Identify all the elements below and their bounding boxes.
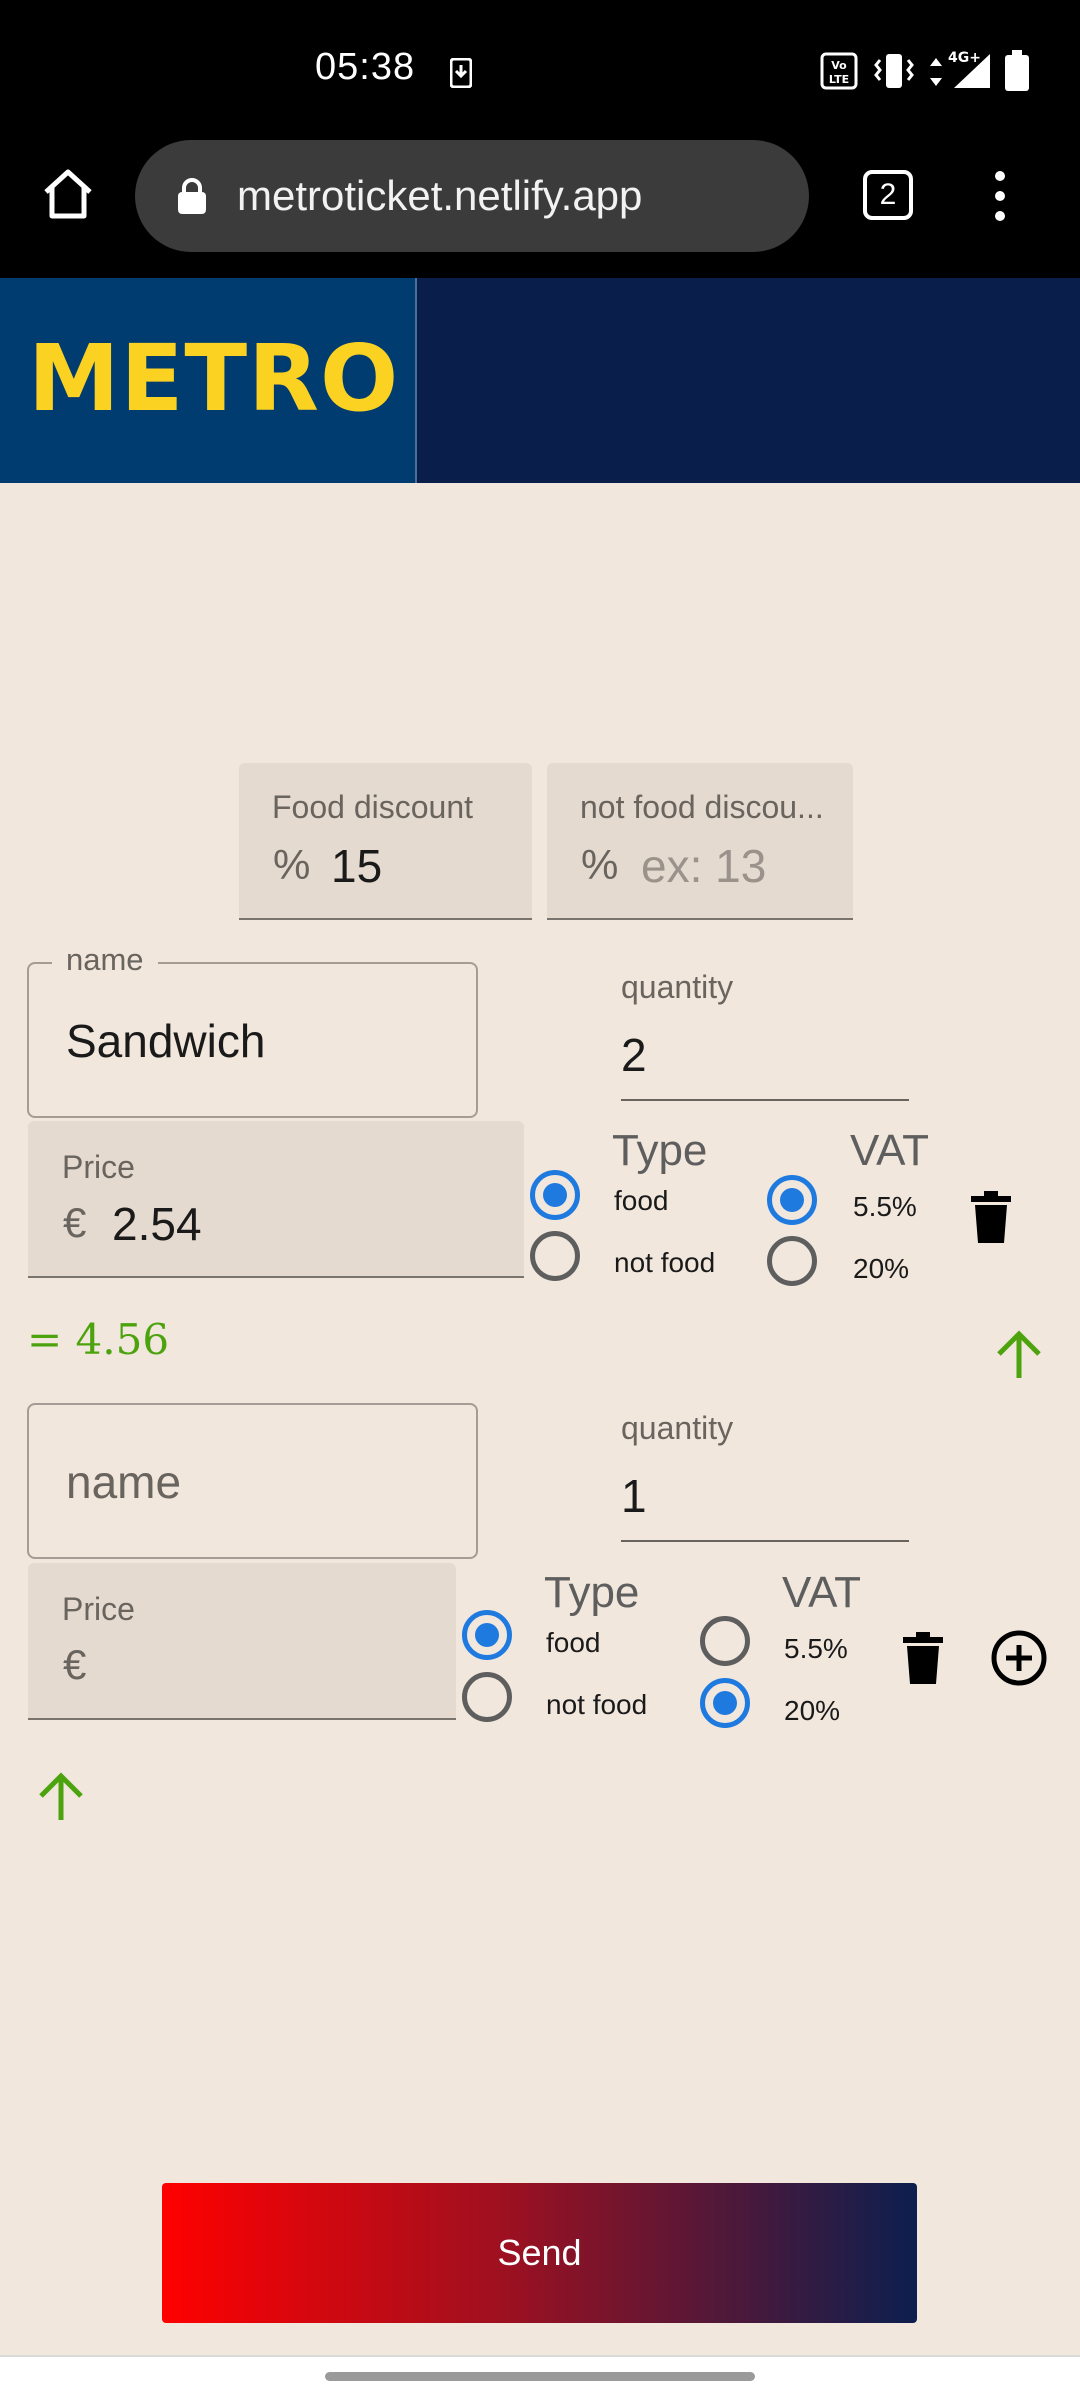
delete-icon[interactable] bbox=[971, 1191, 1011, 1248]
battery-icon bbox=[1003, 50, 1031, 97]
status-bar bbox=[0, 0, 1080, 140]
vat-5-5-radio[interactable] bbox=[700, 1616, 750, 1666]
type-food-label: food bbox=[614, 1185, 669, 1216]
quantity-field[interactable] bbox=[621, 1000, 909, 1101]
home-icon[interactable] bbox=[40, 166, 96, 227]
type-not-food-radio[interactable] bbox=[462, 1672, 512, 1722]
item-name-label: name bbox=[52, 942, 158, 978]
vat-title: VAT bbox=[850, 1126, 930, 1175]
not-food-discount-field[interactable]: not food discou... % ex: 13 bbox=[547, 763, 853, 920]
item-name-value[interactable]: Sandwich bbox=[66, 1014, 265, 1068]
price-value[interactable]: 2.54 bbox=[112, 1197, 202, 1251]
status-clock: 05:38 bbox=[315, 46, 416, 88]
download-icon bbox=[449, 57, 473, 93]
price-label: Price bbox=[62, 1149, 135, 1185]
type-title: Type bbox=[544, 1568, 640, 1617]
quantity-field[interactable] bbox=[621, 1441, 909, 1542]
network-label: 4G+ bbox=[948, 50, 981, 66]
signal-4g-icon: 4G+ bbox=[946, 48, 994, 95]
type-food-radio[interactable] bbox=[530, 1170, 580, 1220]
price-field[interactable]: Price € 2.54 bbox=[28, 1121, 524, 1278]
tabs-icon[interactable]: 2 bbox=[863, 170, 913, 220]
item-name-placeholder[interactable]: name bbox=[66, 1455, 181, 1509]
vat-5-5-radio[interactable] bbox=[767, 1175, 817, 1225]
quantity-value[interactable]: 2 bbox=[621, 1028, 647, 1082]
price-prefix: € bbox=[63, 1641, 87, 1688]
food-discount-prefix: % bbox=[273, 841, 311, 888]
type-not-food-label: not food bbox=[614, 1247, 716, 1278]
price-label: Price bbox=[62, 1591, 135, 1627]
delete-icon[interactable] bbox=[903, 1632, 943, 1689]
vibrate-icon bbox=[874, 52, 914, 95]
type-title: Type bbox=[612, 1126, 708, 1175]
metro-logo: METRO bbox=[28, 325, 400, 432]
svg-text:Vo: Vo bbox=[831, 59, 847, 72]
not-food-discount-placeholder[interactable]: ex: 13 bbox=[641, 839, 766, 893]
send-button[interactable]: Send bbox=[162, 2183, 917, 2323]
type-food-radio[interactable] bbox=[462, 1610, 512, 1660]
vat-5-5-label: 5.5% bbox=[853, 1191, 917, 1222]
vat-20-label: 20% bbox=[784, 1695, 841, 1726]
type-food-label: food bbox=[546, 1627, 601, 1658]
price-field[interactable]: Price € bbox=[28, 1563, 456, 1720]
item-total: = 4.56 bbox=[27, 1315, 170, 1364]
food-discount-label: Food discount bbox=[272, 789, 474, 825]
food-discount-field[interactable]: Food discount % 15 bbox=[239, 763, 532, 920]
home-gesture-handle[interactable] bbox=[325, 2372, 755, 2381]
tab-count: 2 bbox=[879, 178, 897, 211]
arrow-up-icon[interactable] bbox=[995, 1330, 1043, 1385]
quantity-value[interactable]: 1 bbox=[621, 1469, 647, 1523]
vat-20-label: 20% bbox=[853, 1253, 910, 1284]
url-text[interactable]: metroticket.netlify.app bbox=[237, 172, 642, 220]
arrow-up-icon[interactable] bbox=[37, 1772, 85, 1827]
vat-20-radio[interactable] bbox=[700, 1678, 750, 1728]
lock-icon[interactable] bbox=[176, 176, 208, 221]
add-circle-icon[interactable] bbox=[990, 1629, 1048, 1692]
vat-title: VAT bbox=[782, 1568, 862, 1617]
price-prefix: € bbox=[63, 1199, 87, 1246]
vat-20-radio[interactable] bbox=[767, 1236, 817, 1286]
not-food-discount-prefix: % bbox=[581, 841, 619, 888]
data-arrows-icon bbox=[928, 56, 944, 93]
svg-text:LTE: LTE bbox=[829, 73, 849, 86]
vat-5-5-label: 5.5% bbox=[784, 1633, 848, 1664]
type-not-food-label: not food bbox=[546, 1689, 648, 1720]
type-not-food-radio[interactable] bbox=[530, 1231, 580, 1281]
not-food-discount-label: not food discou... bbox=[580, 789, 824, 825]
more-vert-icon[interactable] bbox=[990, 170, 1010, 227]
volte-icon: Vo LTE bbox=[820, 52, 858, 95]
food-discount-value[interactable]: 15 bbox=[331, 839, 382, 893]
